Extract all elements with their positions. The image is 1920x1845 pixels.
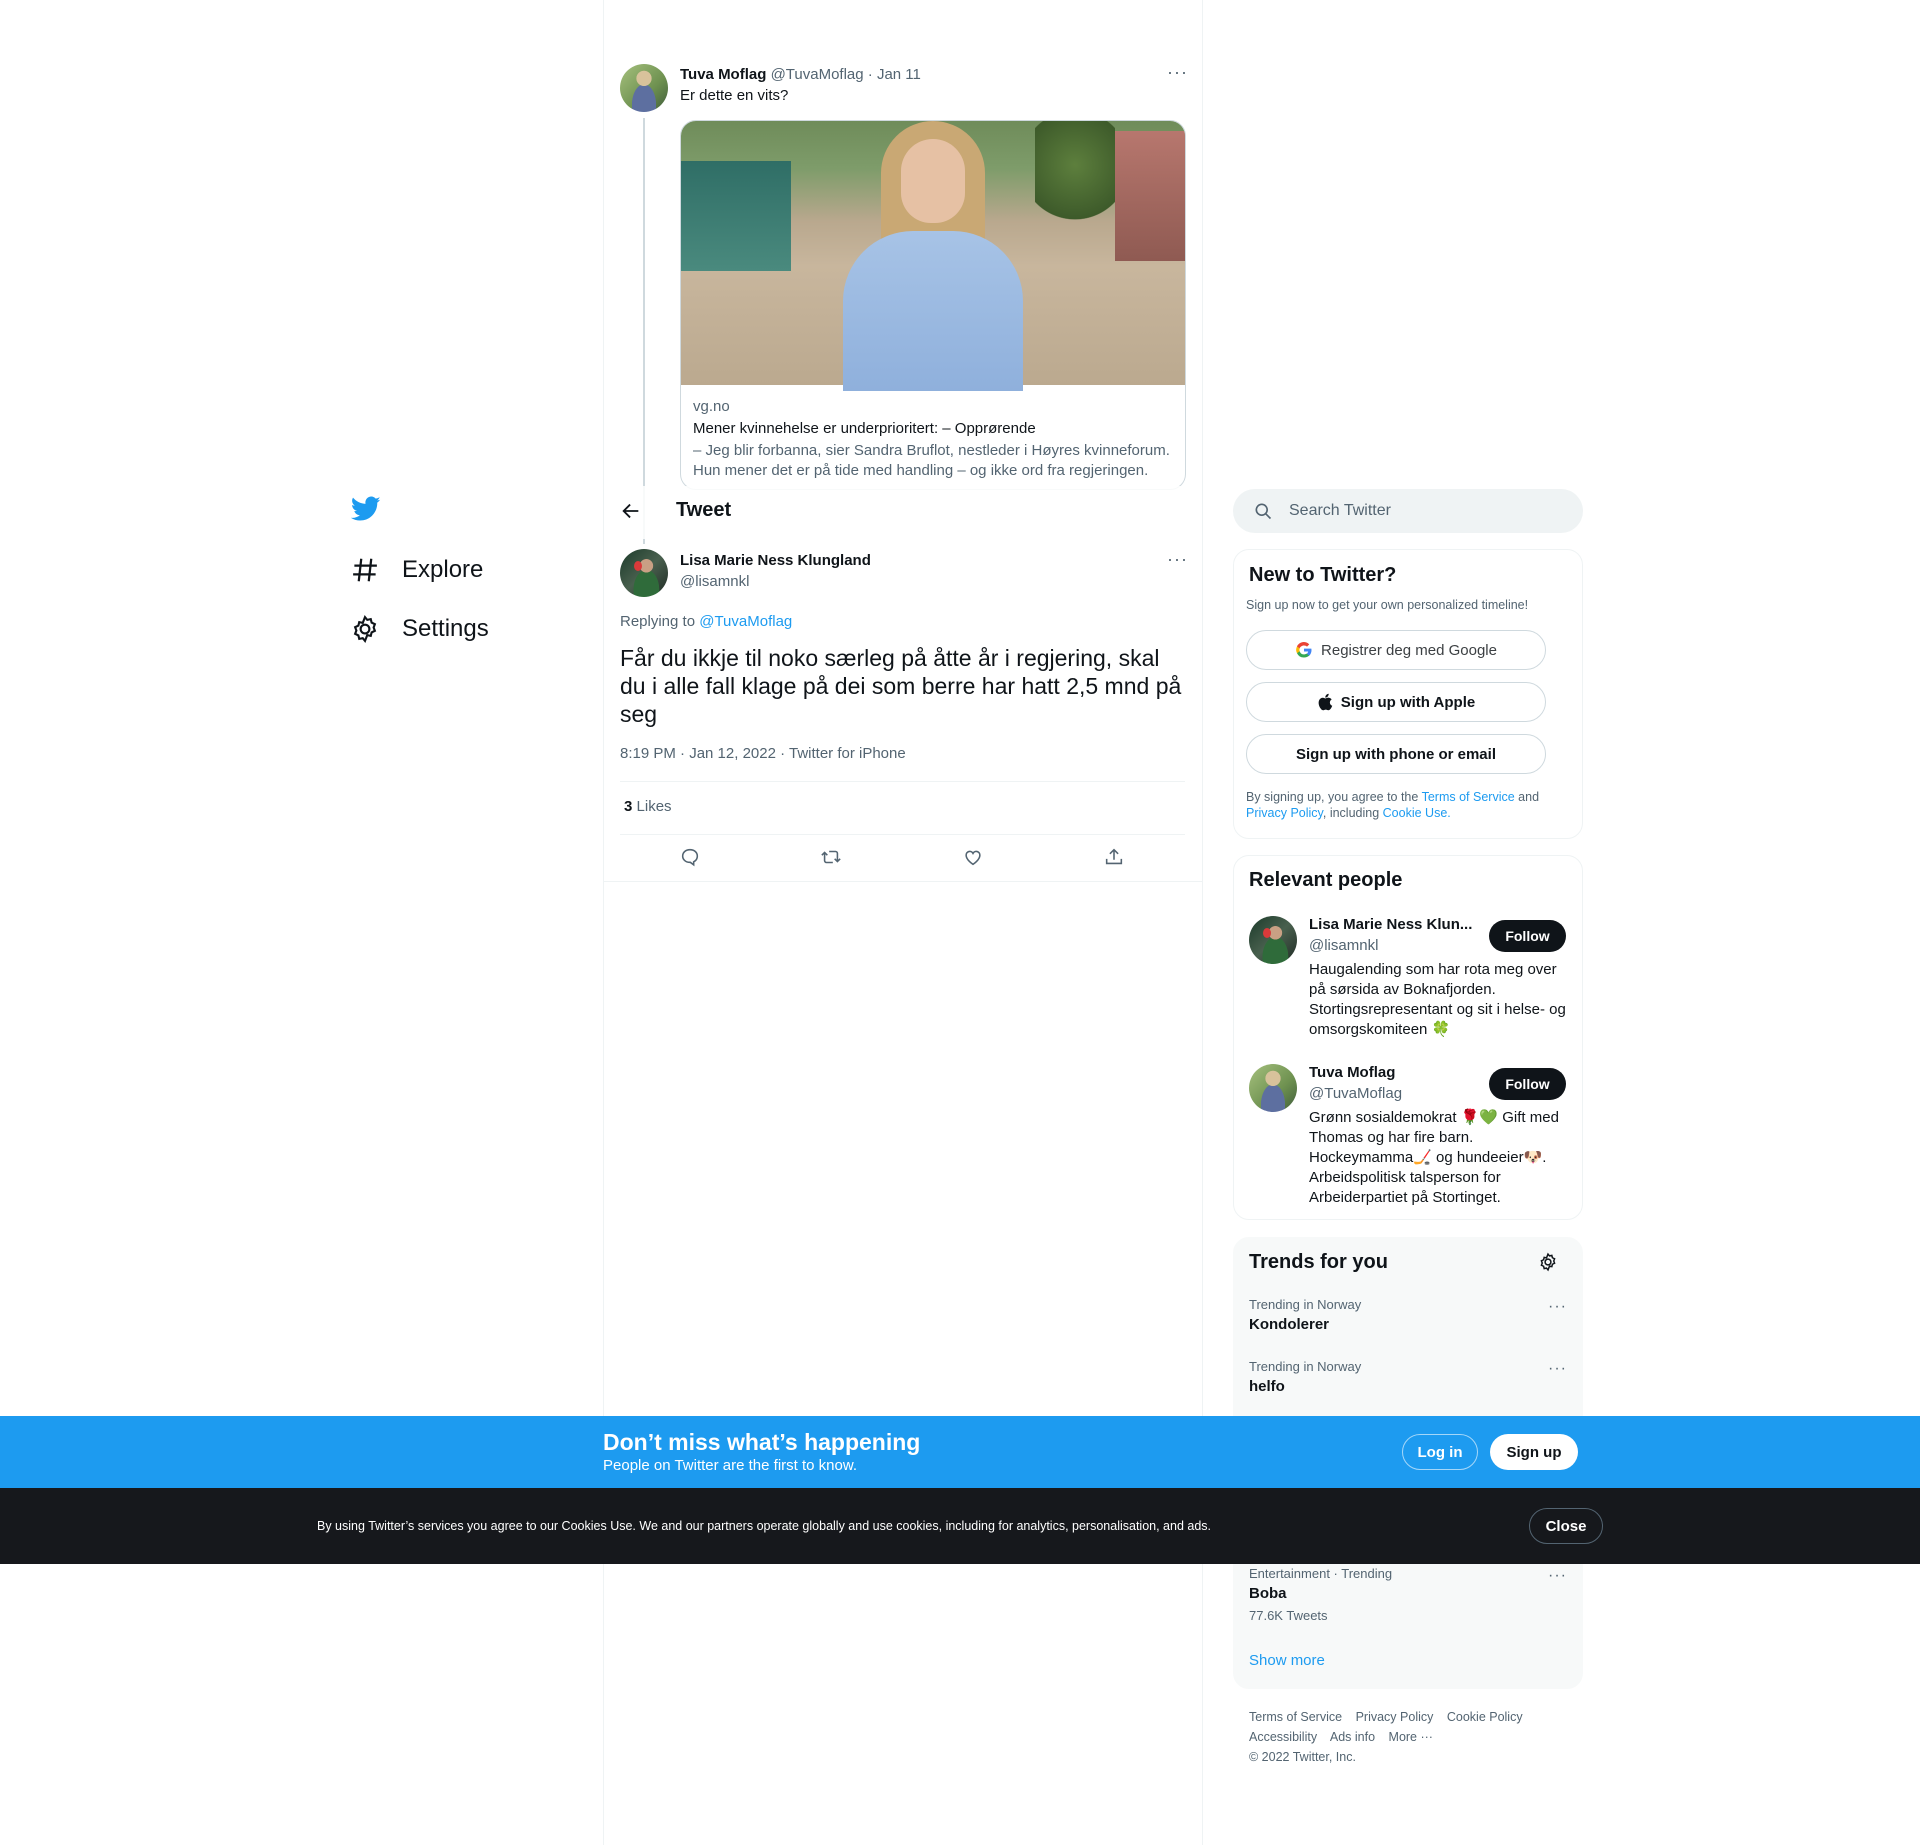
google-icon [1295, 641, 1313, 659]
nav-explore[interactable]: Explore [350, 555, 483, 585]
login-banner: Don’t miss what’s happening People on Tw… [0, 1416, 1920, 1488]
privacy-link[interactable]: Privacy Policy [1246, 806, 1323, 820]
hashtag-icon [350, 555, 380, 585]
link-card-domain: vg.no [693, 398, 730, 415]
relevant-bio-tuva: Grønn sosialdemokrat 🌹💚 Gift med Thomas … [1309, 1109, 1559, 1206]
page-title: Tweet [676, 499, 732, 521]
google-signup-label: Registrer deg med Google [1321, 641, 1497, 659]
trends-show-more[interactable]: Show more [1249, 1652, 1325, 1669]
relevant-title: Relevant people [1249, 869, 1403, 891]
avatar-lisa[interactable] [620, 549, 668, 597]
parent-tweet-header: Tuva Moflag @TuvaMoflag · Jan 11 [680, 65, 921, 85]
parent-author-handle[interactable]: @TuvaMoflag [771, 66, 864, 83]
twitter-logo-icon[interactable] [351, 496, 381, 522]
follow-button-tuva[interactable]: Follow [1489, 1068, 1566, 1100]
login-button[interactable]: Log in [1402, 1434, 1478, 1470]
cookie-close-button[interactable]: Close [1529, 1508, 1603, 1544]
likes-label: Likes [636, 798, 672, 815]
footer-more[interactable]: More ··· [1389, 1730, 1433, 1744]
trend-more-icon-1[interactable]: ··· [1548, 1298, 1567, 1316]
signup-legal: By signing up, you agree to the Terms of… [1246, 789, 1576, 821]
replying-to: Replying to @TuvaMoflag [620, 612, 792, 632]
link-card-title: Mener kvinnehelse er underprioritert: – … [693, 420, 1036, 437]
cookie-bar: By using Twitter’s services you agree to… [0, 1488, 1920, 1564]
parent-date[interactable]: · Jan 11 [868, 66, 921, 83]
search-bar[interactable] [1233, 489, 1583, 533]
search-input[interactable] [1289, 489, 1559, 533]
trend-context-1: Trending in Norway [1249, 1297, 1362, 1312]
legal-including: , including [1322, 806, 1380, 820]
thread-line [643, 118, 645, 544]
replying-to-link[interactable]: @TuvaMoflag [699, 613, 792, 630]
phone-email-signup-label: Sign up with phone or email [1295, 745, 1496, 763]
nav-explore-label: Explore [402, 556, 484, 583]
relevant-name-tuva[interactable]: Tuva Moflag [1309, 1063, 1395, 1083]
nav-settings[interactable]: Settings [350, 614, 489, 644]
footer-links: Terms of Service Privacy Policy Cookie P… [1249, 1707, 1579, 1767]
parent-tweet-text: Er dette en vits? [680, 87, 789, 104]
cookie-text: By using Twitter’s services you agree to… [317, 1519, 1212, 1533]
relevant-handle-tuva[interactable]: @TuvaMoflag [1309, 1084, 1402, 1104]
footer-terms[interactable]: Terms of Service [1249, 1710, 1342, 1724]
main-more-icon[interactable]: ··· [1167, 549, 1188, 570]
trend-context-3: Entertainment · Trending [1249, 1566, 1393, 1581]
phone-email-signup-button[interactable]: Sign up with phone or email [1246, 734, 1546, 774]
relevant-avatar-tuva[interactable] [1249, 1064, 1297, 1112]
avatar-tuva[interactable] [620, 64, 668, 112]
main-author-handle[interactable]: @lisamnkl [680, 572, 749, 592]
relevant-name-lisa[interactable]: Lisa Marie Ness Klun... [1309, 915, 1472, 935]
signup-title: New to Twitter? [1249, 564, 1397, 586]
likes-count: 3 [624, 798, 633, 815]
signup-button[interactable]: Sign up [1490, 1434, 1578, 1470]
legal-prefix: By signing up, you agree to the [1246, 790, 1419, 804]
search-icon [1253, 501, 1273, 521]
apple-signup-label: Sign up with Apple [1340, 693, 1476, 711]
like-icon[interactable] [962, 846, 986, 870]
footer-copyright: © 2022 Twitter, Inc. [1249, 1750, 1356, 1764]
gear-icon [350, 614, 380, 644]
reply-icon[interactable] [679, 846, 703, 870]
relevant-avatar-lisa[interactable] [1249, 916, 1297, 964]
trend-name-2[interactable]: helfo [1249, 1378, 1285, 1395]
legal-and: and [1518, 790, 1540, 804]
cookie-use-link[interactable]: Cookie Use. [1383, 806, 1451, 820]
follow-button-lisa[interactable]: Follow [1489, 920, 1566, 952]
parent-author-name[interactable]: Tuva Moflag [680, 66, 766, 83]
back-arrow-icon[interactable] [620, 500, 642, 522]
parent-more-icon[interactable]: ··· [1167, 62, 1188, 83]
main-tweet-meta[interactable]: 8:19 PM · Jan 12, 2022 · Twitter for iPh… [620, 744, 906, 764]
footer-privacy[interactable]: Privacy Policy [1356, 1710, 1434, 1724]
replying-prefix: Replying to [620, 613, 696, 630]
google-signup-button[interactable]: Registrer deg med Google [1246, 630, 1546, 670]
apple-icon [1317, 693, 1333, 711]
relevant-bio-lisa: Haugalending som har rota meg over på sø… [1309, 961, 1566, 1038]
nav-settings-label: Settings [402, 615, 489, 642]
terms-link[interactable]: Terms of Service [1422, 790, 1515, 804]
banner-title: Don’t miss what’s happening [603, 1429, 921, 1455]
trend-name-3[interactable]: Boba [1249, 1585, 1287, 1602]
signup-subtitle: Sign up now to get your own personalized… [1246, 598, 1529, 612]
trend-more-icon-3[interactable]: ··· [1548, 1567, 1567, 1585]
main-tweet-text: Får du ikkje til noko særleg på åtte år … [620, 645, 1182, 727]
main-author-name[interactable]: Lisa Marie Ness Klungland [680, 551, 871, 571]
banner-subtitle: People on Twitter are the first to know. [603, 1457, 858, 1474]
trend-count-3: 77.6K Tweets [1249, 1608, 1328, 1623]
footer-accessibility[interactable]: Accessibility [1249, 1730, 1317, 1744]
likes-stat[interactable]: 3 Likes [624, 797, 672, 817]
link-card-description-1: – Jeg blir forbanna, sier Sandra Bruflot… [693, 442, 1170, 459]
link-card[interactable]: vg.no Mener kvinnehelse er underpriorite… [680, 120, 1186, 490]
share-icon[interactable] [1103, 846, 1127, 870]
trend-more-icon-2[interactable]: ··· [1548, 1360, 1567, 1378]
trends-title: Trends for you [1249, 1251, 1388, 1273]
trend-context-2: Trending in Norway [1249, 1359, 1362, 1374]
retweet-icon[interactable] [820, 846, 844, 870]
trend-name-1[interactable]: Kondolerer [1249, 1316, 1329, 1333]
relevant-handle-lisa[interactable]: @lisamnkl [1309, 936, 1378, 956]
link-card-description-2: Hun mener det er på tide med handling – … [693, 462, 1149, 479]
footer-ads[interactable]: Ads info [1330, 1730, 1375, 1744]
link-card-image [681, 121, 1185, 391]
trends-settings-icon[interactable] [1538, 1252, 1558, 1272]
footer-cookie[interactable]: Cookie Policy [1447, 1710, 1523, 1724]
apple-signup-button[interactable]: Sign up with Apple [1246, 682, 1546, 722]
